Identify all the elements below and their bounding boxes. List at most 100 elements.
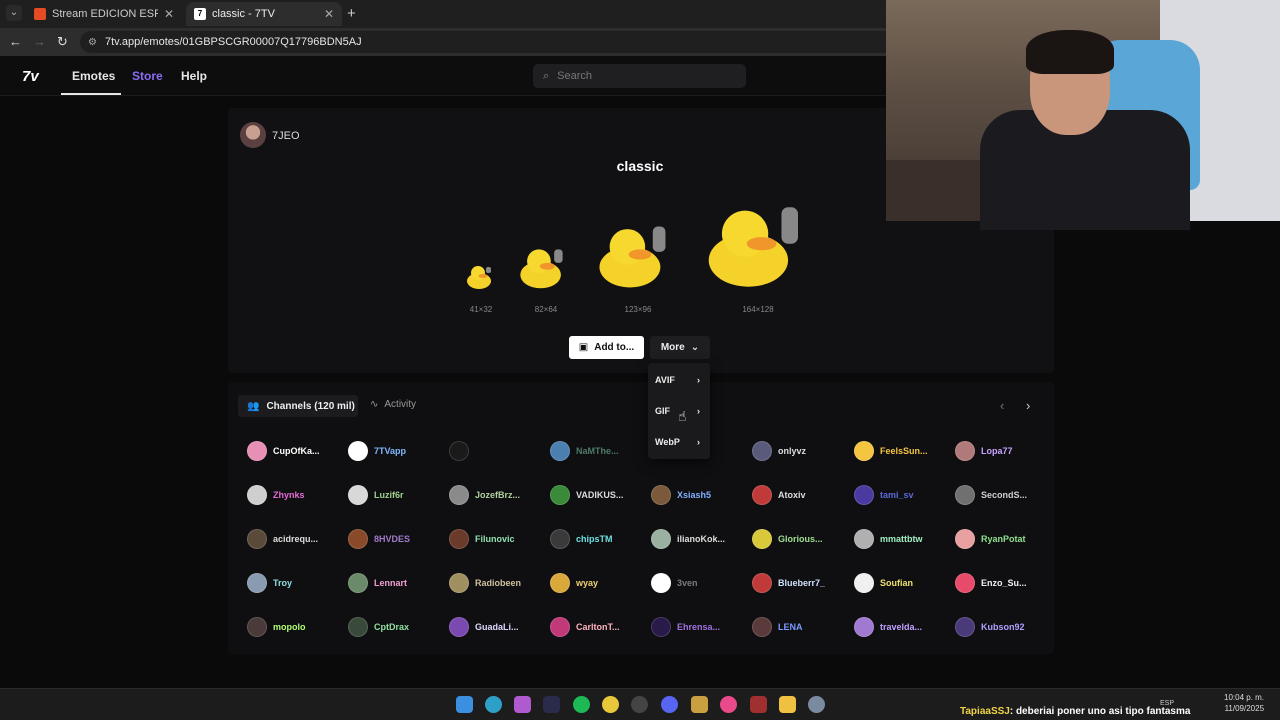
language-indicator[interactable]: ESP xyxy=(1160,700,1174,707)
more-button[interactable]: More ⌄ xyxy=(650,336,710,359)
url-text: 7tv.app/emotes/01GBPSCGR00007Q17796BDN5A… xyxy=(104,36,362,48)
nav-emotes[interactable]: Emotes xyxy=(72,69,115,83)
close-icon[interactable]: ✕ xyxy=(164,7,174,21)
channel-item[interactable]: Radiobeen xyxy=(449,573,545,593)
tab-search-icon[interactable]: ⌄ xyxy=(6,5,22,21)
tab-activity[interactable]: ∿ Activity xyxy=(370,399,416,410)
channel-item[interactable]: FeelsSun... xyxy=(854,441,950,461)
chrome-icon[interactable] xyxy=(602,696,619,713)
site-info-icon[interactable]: ⚙ xyxy=(88,37,97,48)
start-windows-icon[interactable] xyxy=(456,696,473,713)
menu-item-webp[interactable]: WebP › xyxy=(648,427,710,457)
channel-item[interactable]: 3ven xyxy=(651,573,747,593)
channel-item[interactable]: Kubson92 xyxy=(955,617,1051,637)
channel-item[interactable]: CarltonT... xyxy=(550,617,646,637)
channel-item[interactable]: wyay xyxy=(550,573,646,593)
clock[interactable]: 10:04 p. m. 11/09/2025 xyxy=(1224,692,1264,714)
channels-card xyxy=(228,382,1054,654)
address-bar[interactable]: ⚙ 7tv.app/emotes/01GBPSCGR00007Q17796BDN… xyxy=(80,31,886,53)
author-name[interactable]: 7JEO xyxy=(272,130,300,142)
app-icon[interactable] xyxy=(543,696,560,713)
channel-item[interactable]: Filunovic xyxy=(449,529,545,549)
channel-item[interactable]: 8HVDES xyxy=(348,529,444,549)
back-arrow-icon[interactable]: ← xyxy=(9,34,22,49)
file-explorer-icon[interactable] xyxy=(779,696,796,713)
channel-avatar xyxy=(752,573,772,593)
channel-item[interactable]: LENA xyxy=(752,617,848,637)
tab-channels-label: Channels (120 mil) xyxy=(266,400,355,412)
channel-item[interactable]: chipsTM xyxy=(550,529,646,549)
settings-gear-icon[interactable] xyxy=(808,696,825,713)
channel-item[interactable]: mopolo xyxy=(247,617,343,637)
channel-item[interactable]: JozefBrz... xyxy=(449,485,545,505)
channel-avatar xyxy=(247,529,267,549)
author-avatar[interactable] xyxy=(240,122,266,148)
channel-item[interactable]: RyanPotat xyxy=(955,529,1051,549)
menu-item-avif[interactable]: AVIF › xyxy=(648,365,710,395)
channel-avatar xyxy=(247,441,267,461)
channel-item[interactable]: Ehrensa... xyxy=(651,617,747,637)
channel-avatar xyxy=(247,573,267,593)
channel-item[interactable]: VADIKUS... xyxy=(550,485,646,505)
7tv-logo[interactable]: 7v xyxy=(22,68,39,85)
spotify-icon[interactable] xyxy=(573,696,590,713)
channel-item[interactable]: Soufian xyxy=(854,573,950,593)
next-page-chevron-icon[interactable]: › xyxy=(1026,398,1030,413)
forward-arrow-icon[interactable]: → xyxy=(33,34,46,49)
channel-item[interactable]: Blueberr7_ xyxy=(752,573,848,593)
channel-name: mopolo xyxy=(273,622,306,632)
channel-item[interactable]: SecondS... xyxy=(955,485,1051,505)
browser-tab-7tv[interactable]: 7 classic - 7TV ✕ xyxy=(186,2,342,26)
channel-item[interactable]: Zhynks xyxy=(247,485,343,505)
clock-time: 10:04 p. m. xyxy=(1224,693,1265,702)
channel-item[interactable]: Enzo_Su... xyxy=(955,573,1051,593)
channel-item[interactable]: Atoxiv xyxy=(752,485,848,505)
channel-item[interactable]: Troy xyxy=(247,573,343,593)
nav-store[interactable]: Store xyxy=(132,69,163,83)
emote-preview-3x[interactable] xyxy=(596,224,674,290)
prev-page-chevron-icon[interactable]: ‹ xyxy=(1000,398,1004,413)
channel-name: SecondS... xyxy=(981,490,1028,500)
menu-item-label: WebP xyxy=(655,437,680,447)
channel-item[interactable] xyxy=(449,441,545,461)
channel-avatar xyxy=(651,617,671,637)
emote-preview-1x[interactable] xyxy=(466,264,496,290)
app-icon[interactable] xyxy=(720,696,737,713)
channel-item[interactable]: GuadaLi... xyxy=(449,617,545,637)
add-to-button[interactable]: ▣ Add to... xyxy=(569,336,644,359)
channel-item[interactable]: 7TVapp xyxy=(348,441,444,461)
nav-help[interactable]: Help xyxy=(181,69,207,83)
discord-icon[interactable] xyxy=(661,696,678,713)
browser-tab-stream[interactable]: Stream EDICION ESPECIAL 69 b ✕ xyxy=(26,2,182,26)
channel-item[interactable]: Lopa77 xyxy=(955,441,1051,461)
channel-item[interactable]: acidrequ... xyxy=(247,529,343,549)
emote-preview-4x[interactable] xyxy=(704,204,806,290)
search-input[interactable]: ⌕ Search xyxy=(533,64,746,88)
app-icon[interactable] xyxy=(750,696,767,713)
channel-item[interactable]: Lennart xyxy=(348,573,444,593)
channel-avatar xyxy=(348,485,368,505)
reload-icon[interactable]: ↻ xyxy=(57,34,68,50)
new-tab-plus-icon[interactable]: + xyxy=(347,5,356,22)
channel-item[interactable]: mmattbtw xyxy=(854,529,950,549)
channel-item[interactable]: NaMThe... xyxy=(550,441,646,461)
channel-item[interactable]: travelda... xyxy=(854,617,950,637)
tab-title: classic - 7TV xyxy=(212,8,275,20)
emote-preview-2x[interactable] xyxy=(516,246,572,290)
browser-tab-strip: ⌄ Stream EDICION ESPECIAL 69 b ✕ 7 class… xyxy=(0,0,886,28)
channel-item[interactable]: Luzif6r xyxy=(348,485,444,505)
channel-item[interactable]: Glorious... xyxy=(752,529,848,549)
close-icon[interactable]: ✕ xyxy=(324,7,334,21)
channel-item[interactable]: CupOfKa... xyxy=(247,441,343,461)
channel-item[interactable]: CptDrax xyxy=(348,617,444,637)
app-icon[interactable] xyxy=(691,696,708,713)
copilot-icon[interactable] xyxy=(514,696,531,713)
channel-item[interactable]: tami_sv xyxy=(854,485,950,505)
channel-item[interactable]: Xsiash5 xyxy=(651,485,747,505)
edge-icon[interactable] xyxy=(485,696,502,713)
channel-item[interactable]: iliano​Kok... xyxy=(651,529,747,549)
channel-avatar xyxy=(651,529,671,549)
channel-item[interactable]: onlyvz xyxy=(752,441,848,461)
obs-icon[interactable] xyxy=(631,696,648,713)
tab-channels[interactable]: 👥 Channels (120 mil) xyxy=(238,395,358,417)
